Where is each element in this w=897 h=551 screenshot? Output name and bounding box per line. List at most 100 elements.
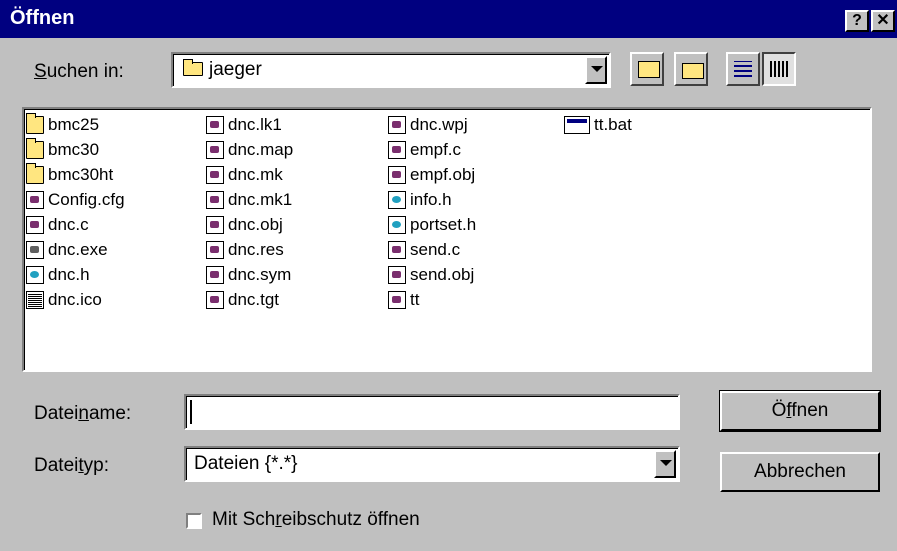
file-name: dnc.sym	[228, 265, 292, 284]
file-name: dnc.h	[48, 265, 90, 284]
filename-input[interactable]	[184, 394, 680, 430]
file-name: dnc.c	[48, 215, 89, 234]
file-item[interactable]: bmc30ht	[26, 163, 113, 187]
file-item[interactable]: Config.cfg	[26, 188, 125, 212]
file-name: bmc30	[48, 140, 100, 159]
document-icon	[388, 291, 406, 309]
up-one-level-button[interactable]	[630, 52, 664, 86]
look-in-combobox[interactable]: jaeger	[171, 52, 611, 88]
image-icon	[26, 291, 44, 309]
file-item[interactable]: dnc.h	[26, 263, 90, 287]
file-name: bmc25	[48, 115, 100, 134]
file-item[interactable]: dnc.res	[206, 238, 284, 262]
file-name: send.c	[410, 240, 461, 259]
file-item[interactable]: send.obj	[388, 263, 474, 287]
file-name: dnc.ico	[48, 290, 102, 309]
file-item[interactable]: tt.bat	[564, 113, 632, 137]
file-item[interactable]: dnc.wpj	[388, 113, 468, 137]
details-view-icon	[770, 61, 788, 77]
file-item[interactable]: dnc.lk1	[206, 113, 282, 137]
file-name: dnc.map	[228, 140, 294, 159]
open-dialog: Öffnen ? ✕ Suchen in: jaeger bmc25 bmc30 b…	[0, 0, 897, 551]
file-item[interactable]: dnc.exe	[26, 238, 108, 262]
folder-icon	[26, 163, 44, 184]
document-icon	[206, 266, 224, 284]
folder-icon	[26, 138, 44, 159]
filetype-combobox[interactable]: Dateien {*.*}	[184, 446, 680, 482]
file-name: tt	[410, 290, 420, 309]
look-in-label: Suchen in:	[34, 61, 124, 82]
document-icon	[388, 241, 406, 259]
cancel-button[interactable]: Abbrechen	[720, 452, 880, 492]
file-name: dnc.mk1	[228, 190, 293, 209]
file-name: dnc.wpj	[410, 115, 468, 134]
new-folder-button[interactable]	[674, 52, 708, 86]
document-icon	[388, 116, 406, 134]
document-icon	[388, 266, 406, 284]
document-icon	[388, 141, 406, 159]
filename-label: Dateiname:	[34, 403, 132, 424]
file-name: Config.cfg	[48, 190, 125, 209]
header-file-icon	[388, 191, 406, 209]
title-bar[interactable]: Öffnen ? ✕	[0, 0, 897, 38]
document-icon	[206, 216, 224, 234]
text-cursor	[190, 400, 192, 424]
file-item[interactable]: empf.obj	[388, 163, 475, 187]
file-name: send.obj	[410, 265, 475, 284]
file-name: tt.bat	[594, 115, 632, 134]
file-item[interactable]: dnc.mk	[206, 163, 283, 187]
file-item[interactable]: info.h	[388, 188, 452, 212]
file-item[interactable]: bmc30	[26, 138, 99, 162]
file-item[interactable]: dnc.map	[206, 138, 293, 162]
help-button[interactable]: ?	[845, 10, 869, 32]
document-icon	[388, 166, 406, 184]
file-item[interactable]: portset.h	[388, 213, 476, 237]
window-title: Öffnen	[10, 7, 75, 29]
filetype-dropdown-arrow[interactable]	[654, 450, 676, 478]
header-file-icon	[388, 216, 406, 234]
header-file-icon	[26, 266, 44, 284]
file-item[interactable]: bmc25	[26, 113, 99, 137]
readonly-label[interactable]: Mit Schreibschutz öffnen	[212, 509, 420, 531]
file-list[interactable]: bmc25 bmc30 bmc30ht Config.cfg dnc.c dnc.exe d…	[22, 107, 872, 372]
look-in-dropdown-arrow[interactable]	[585, 56, 607, 84]
file-item[interactable]: dnc.tgt	[206, 288, 279, 312]
file-name: portset.h	[410, 215, 477, 234]
batch-file-icon	[564, 116, 590, 134]
file-name: empf.c	[410, 140, 462, 159]
document-icon	[206, 116, 224, 134]
new-folder-icon	[682, 63, 704, 79]
file-name: empf.obj	[410, 165, 476, 184]
readonly-checkbox[interactable]	[186, 513, 202, 529]
file-name: dnc.res	[228, 240, 284, 259]
filetype-value: Dateien {*.*}	[194, 453, 298, 474]
file-name: dnc.exe	[48, 240, 108, 259]
document-icon	[206, 241, 224, 259]
look-in-value: jaeger	[209, 59, 262, 80]
document-icon	[206, 141, 224, 159]
file-item[interactable]: dnc.c	[26, 213, 89, 237]
document-icon	[26, 191, 44, 209]
up-one-level-icon	[638, 61, 660, 78]
file-item[interactable]: empf.c	[388, 138, 461, 162]
file-item[interactable]: send.c	[388, 238, 460, 262]
executable-icon	[26, 241, 44, 259]
file-item[interactable]: tt	[388, 288, 419, 312]
folder-icon	[26, 113, 44, 134]
file-name: dnc.obj	[228, 215, 283, 234]
open-button[interactable]: Öffnen	[719, 390, 881, 432]
file-item[interactable]: dnc.obj	[206, 213, 283, 237]
document-icon	[206, 166, 224, 184]
file-item[interactable]: dnc.mk1	[206, 188, 292, 212]
list-view-button[interactable]	[726, 52, 760, 86]
file-name: dnc.lk1	[228, 115, 282, 134]
document-icon	[206, 291, 224, 309]
close-button[interactable]: ✕	[871, 10, 895, 32]
document-icon	[206, 191, 224, 209]
file-name: dnc.tgt	[228, 290, 280, 309]
list-view-icon	[734, 61, 752, 77]
file-item[interactable]: dnc.sym	[206, 263, 291, 287]
file-item[interactable]: dnc.ico	[26, 288, 102, 312]
folder-icon	[183, 59, 203, 76]
details-view-button[interactable]	[762, 52, 796, 86]
